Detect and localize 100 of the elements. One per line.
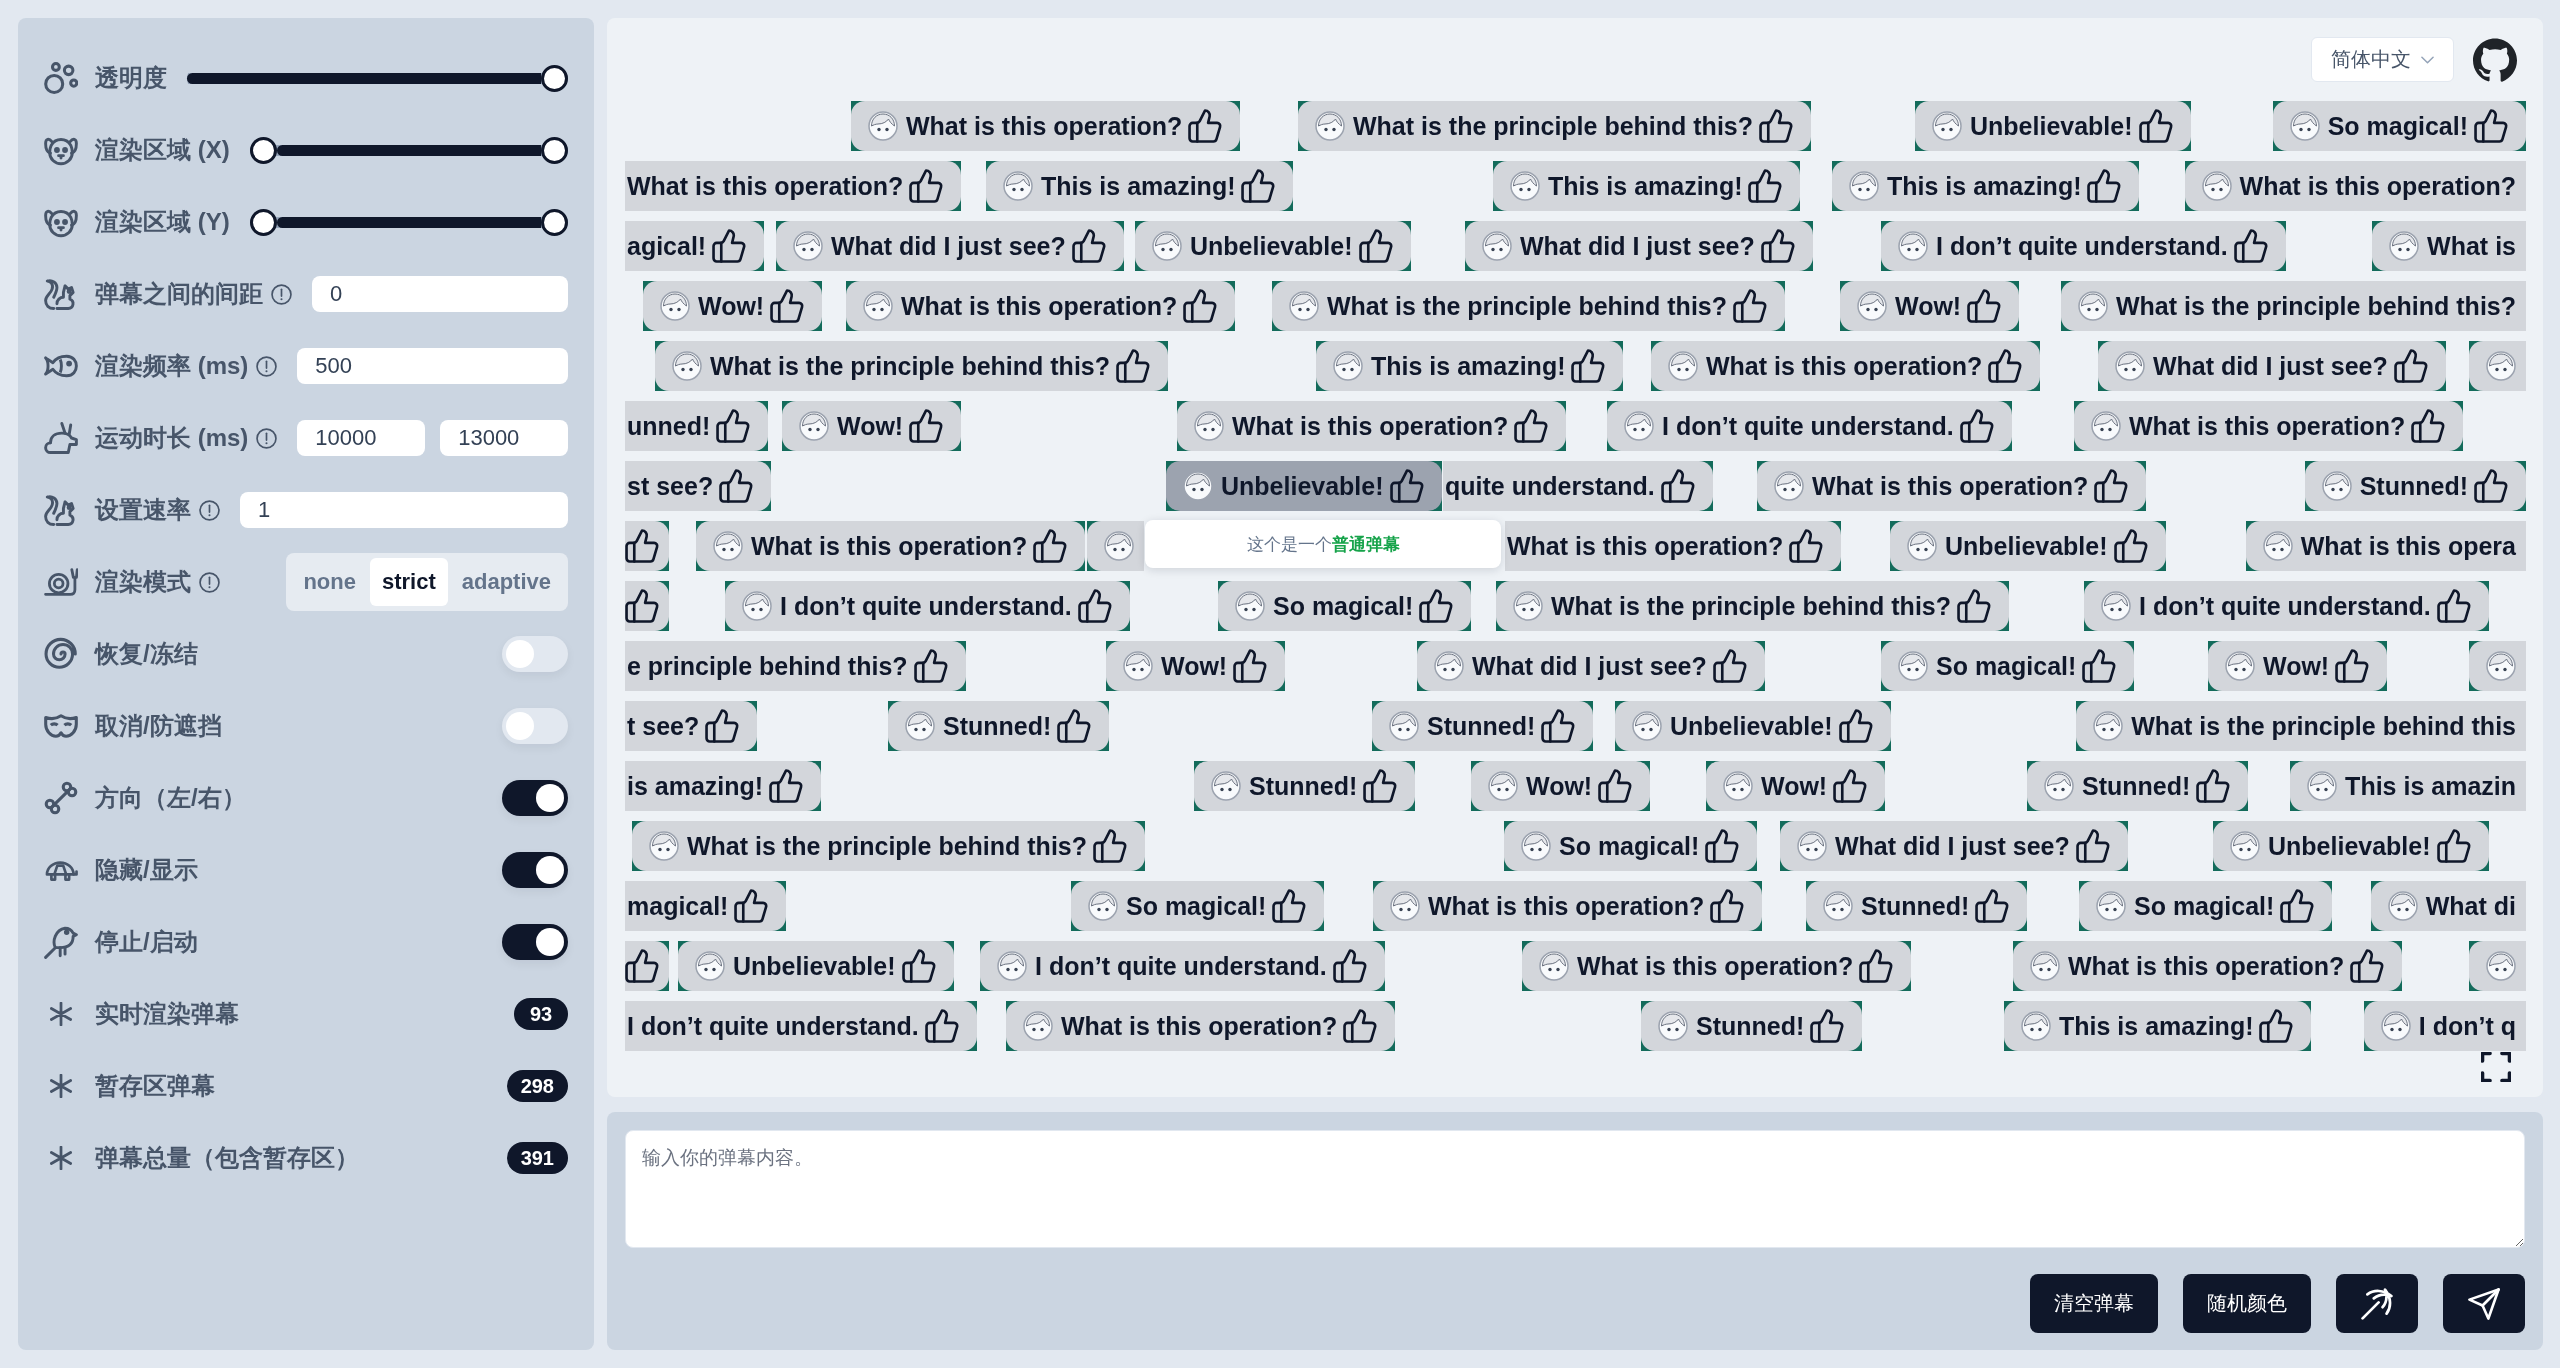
danmaku-bubble[interactable]: What did I just see? (776, 221, 1124, 271)
toggle-switch[interactable] (502, 708, 568, 744)
danmaku-bubble[interactable]: What is this operation? (2013, 941, 2403, 991)
danmaku-bubble[interactable]: Wow! (1840, 281, 2020, 331)
danmaku-bubble[interactable]: unned! (625, 401, 769, 451)
danmaku-bubble[interactable]: agical! (625, 221, 765, 271)
danmaku-bubble[interactable]: quite understand. (1443, 461, 1713, 511)
danmaku-bubble[interactable]: Wow! (1706, 761, 1886, 811)
danmaku-bubble[interactable]: Unbelievable! (1166, 461, 1442, 511)
danmaku-bubble[interactable]: This is amazing! (1832, 161, 2140, 211)
danmaku-bubble[interactable]: This is amazin (2290, 761, 2526, 811)
github-icon[interactable] (2473, 37, 2517, 82)
danmaku-bubble[interactable]: e principle behind this? (625, 641, 966, 691)
danmaku-bubble[interactable]: Stunned! (2304, 461, 2526, 511)
danmaku-bubble[interactable]: What is this opera (2245, 521, 2526, 571)
danmaku-bubble[interactable]: What is the principle behind this? (632, 821, 1145, 871)
danmaku-bubble[interactable]: Stunned! (1641, 1001, 1863, 1051)
slider-thumb[interactable] (249, 136, 277, 164)
danmaku-bubble[interactable]: Unbelievable! (2213, 821, 2489, 871)
danmaku-bubble[interactable] (2469, 341, 2526, 391)
danmaku-bubble[interactable]: magical! (625, 881, 787, 931)
number-input[interactable]: 0 (312, 276, 568, 312)
danmaku-bubble[interactable]: is amazing! (625, 761, 822, 811)
danmaku-bubble[interactable]: What is this operation? (1522, 941, 1912, 991)
danmaku-bubble[interactable]: This is amazing! (1316, 341, 1624, 391)
danmaku-bubble[interactable]: What is this operation? (625, 161, 962, 211)
danmaku-bubble[interactable]: st see? (625, 461, 772, 511)
slider-thumb[interactable] (541, 64, 568, 92)
danmaku-bubble[interactable]: What is this operation? (1505, 521, 1842, 571)
danmaku-bubble[interactable]: What is the principle behind this? (1496, 581, 2009, 631)
danmaku-bubble[interactable]: What is the principle behind this? (1272, 281, 1785, 331)
danmaku-bubble[interactable]: Stunned! (1194, 761, 1416, 811)
danmaku-bubble[interactable]: What did I just see? (1417, 641, 1765, 691)
danmaku-bubble[interactable]: Wow! (2208, 641, 2388, 691)
danmaku-bubble[interactable]: What did I just see? (1465, 221, 1813, 271)
toggle-switch[interactable] (502, 924, 568, 960)
fullscreen-icon[interactable] (2481, 1052, 2511, 1082)
number-input[interactable]: 10000 (297, 420, 426, 456)
danmaku-bubble[interactable]: I don’t q (2363, 1001, 2526, 1051)
danmaku-bubble[interactable]: t see? (625, 701, 758, 751)
danmaku-bubble[interactable]: So magical! (2079, 881, 2333, 931)
danmaku-bubble[interactable]: What is this operation? (1651, 341, 2041, 391)
random-color-button[interactable]: 随机颜色 (2183, 1274, 2311, 1333)
danmaku-bubble[interactable]: So magical! (1218, 581, 1472, 631)
danmaku-bubble[interactable]: Stunned! (2027, 761, 2249, 811)
slider-thumb[interactable] (249, 208, 277, 236)
danmaku-bubble[interactable]: What is this operation? (1373, 881, 1763, 931)
number-input[interactable]: 500 (297, 348, 568, 384)
danmaku-bubble[interactable]: What is this operation? (1177, 401, 1567, 451)
mode-option[interactable]: strict (369, 558, 448, 606)
danmaku-bubble[interactable]: Unbelievable! (1915, 101, 2191, 151)
danmaku-bubble[interactable]: Wow! (643, 281, 823, 331)
danmaku-bubble[interactable]: Stunned! (1372, 701, 1594, 751)
danmaku-bubble[interactable]: What is the principle behind this? (1298, 101, 1811, 151)
send-button[interactable] (2443, 1274, 2525, 1333)
danmaku-bubble[interactable] (2469, 941, 2526, 991)
mode-option[interactable]: adaptive (449, 558, 563, 606)
pickaxe-button[interactable] (2336, 1274, 2418, 1333)
toggle-switch[interactable] (502, 780, 568, 816)
danmaku-bubble[interactable]: So magical! (1504, 821, 1758, 871)
danmaku-bubble[interactable]: What is this operation? (1006, 1001, 1396, 1051)
danmaku-bubble[interactable]: What did I just see? (1780, 821, 2128, 871)
danmaku-bubble[interactable]: I don’t quite understand. (2084, 581, 2489, 631)
toggle-switch[interactable] (502, 636, 568, 672)
danmaku-bubble[interactable]: So magical! (2272, 101, 2526, 151)
danmaku-bubble[interactable]: I don’t quite understand. (980, 941, 1385, 991)
danmaku-bubble[interactable]: What is the principle behind this? (2061, 281, 2526, 331)
danmaku-bubble[interactable]: This is amazing! (1493, 161, 1801, 211)
danmaku-bubble[interactable] (625, 941, 669, 991)
danmaku-bubble[interactable]: So magical! (1071, 881, 1325, 931)
danmaku-bubble[interactable]: This is amazing! (986, 161, 1294, 211)
message-input[interactable]: 输入你的弹幕内容。 (625, 1130, 2525, 1248)
danmaku-bubble[interactable]: What is this operation? (846, 281, 1236, 331)
danmaku-bubble[interactable]: Unbelievable! (1890, 521, 2166, 571)
language-select[interactable]: 简体中文 (2311, 37, 2454, 82)
danmaku-bubble[interactable]: I don’t quite understand. (1607, 401, 2012, 451)
danmaku-bubble[interactable]: Stunned! (888, 701, 1110, 751)
danmaku-bubble[interactable]: Unbelievable! (1615, 701, 1891, 751)
number-input[interactable]: 1 (240, 492, 568, 528)
danmaku-bubble[interactable]: Wow! (1106, 641, 1286, 691)
danmaku-bubble[interactable]: What is this operation? (696, 521, 1086, 571)
slider-thumb[interactable] (541, 208, 568, 236)
danmaku-bubble[interactable]: What is this operation? (851, 101, 1241, 151)
danmaku-bubble[interactable]: Wow! (1471, 761, 1651, 811)
danmaku-bubble[interactable] (625, 581, 669, 631)
danmaku-bubble[interactable] (625, 521, 669, 571)
number-input[interactable]: 13000 (440, 420, 568, 456)
danmaku-bubble[interactable]: I don’t quite understand. (725, 581, 1130, 631)
mode-option[interactable]: none (291, 558, 368, 606)
slider-thumb[interactable] (541, 136, 568, 164)
danmaku-bubble[interactable]: Stunned! (1806, 881, 2028, 931)
danmaku-bubble[interactable]: Wow! (782, 401, 962, 451)
danmaku-bubble[interactable]: What is this operation? (1757, 461, 2147, 511)
danmaku-bubble[interactable] (2469, 641, 2526, 691)
danmaku-bubble[interactable]: Unbelievable! (1135, 221, 1411, 271)
danmaku-bubble[interactable]: What is this operation? (2184, 161, 2526, 211)
danmaku-bubble[interactable]: I don’t quite understand. (625, 1001, 977, 1051)
danmaku-bubble[interactable]: This is amazing! (2004, 1001, 2312, 1051)
danmaku-bubble[interactable]: What is the principle behind this? (655, 341, 1168, 391)
danmaku-bubble[interactable]: Unbelievable! (678, 941, 954, 991)
